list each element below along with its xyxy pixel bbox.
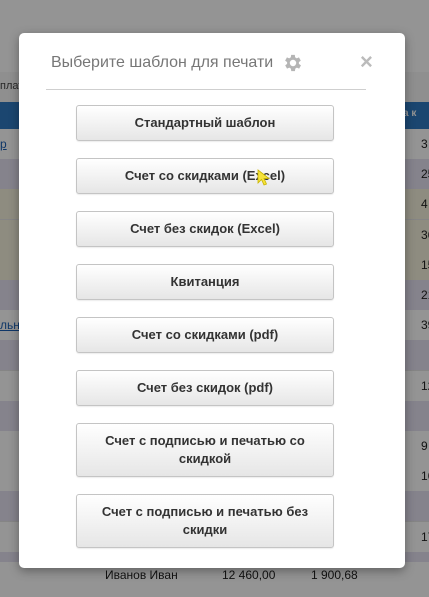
template-button-standard[interactable]: Стандартный шаблон	[76, 105, 334, 141]
template-button-discount-pdf[interactable]: Счет со скидками (pdf)	[76, 317, 334, 353]
template-button-signed-no-discount[interactable]: Счет с подписью и печатью без скидки	[76, 494, 334, 548]
dialog-title: Выберите шаблон для печати	[51, 54, 274, 71]
print-template-dialog: Выберите шаблон для печати × Стандартный…	[19, 33, 405, 568]
gear-icon[interactable]	[282, 52, 304, 74]
close-icon[interactable]: ×	[360, 50, 373, 74]
pointer-cursor-icon	[257, 169, 271, 186]
template-button-no-discount-pdf[interactable]: Счет без скидок (pdf)	[76, 370, 334, 406]
template-button-discount-excel[interactable]: Счет со скидками (Excel)	[76, 158, 334, 194]
template-button-no-discount-excel[interactable]: Счет без скидок (Excel)	[76, 211, 334, 247]
template-button-receipt[interactable]: Квитанция	[76, 264, 334, 300]
dialog-header: Выберите шаблон для печати	[46, 47, 366, 90]
template-button-signed-discount[interactable]: Счет с подписью и печатью со скидкой	[76, 423, 334, 477]
